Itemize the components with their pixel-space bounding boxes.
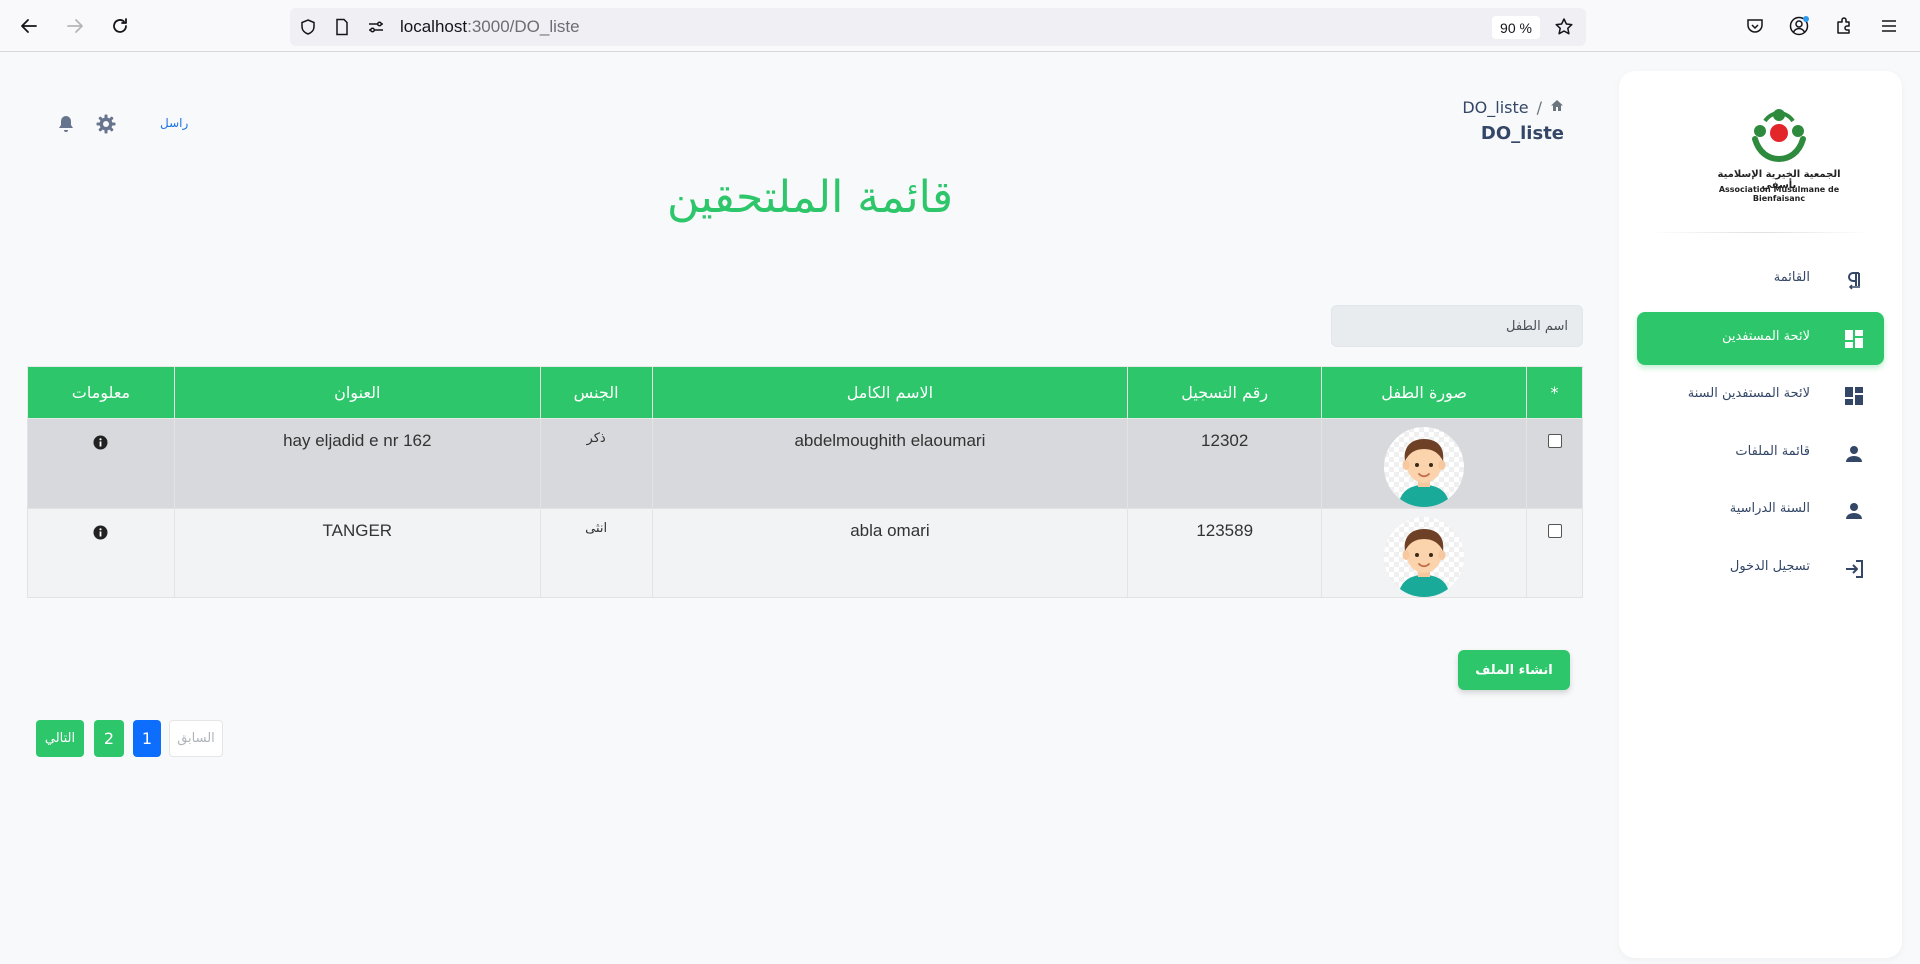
column-header-photo[interactable]: صورة الطفل xyxy=(1321,366,1527,419)
bell-icon[interactable] xyxy=(54,112,78,136)
pagination-next-button[interactable]: التالي xyxy=(36,720,84,757)
sidebar-item-beneficiaries-year[interactable]: لائحة المستفدين السنة xyxy=(1637,369,1884,422)
select-cell xyxy=(1526,418,1583,509)
page-subtitle: DO_liste xyxy=(1480,123,1564,144)
extensions-icon[interactable] xyxy=(1832,14,1856,38)
sidebar-item-label: قائمة الملفات xyxy=(1735,444,1810,459)
table-header-row: معلومات العنوان الجنس الاسم الكامل رقم ا… xyxy=(27,366,1583,419)
send-message-link[interactable]: راسل xyxy=(160,116,188,130)
address-cell: TANGER xyxy=(173,508,541,598)
login-icon xyxy=(1842,557,1866,581)
sidebar-item-label: تسجيل الدخول xyxy=(1729,559,1810,574)
page-icon[interactable] xyxy=(332,17,352,37)
sidebar-item-label: لائحة المستفدين xyxy=(1721,329,1810,344)
sidebar-item-beneficiaries[interactable]: لائحة المستفدين xyxy=(1637,312,1884,365)
registration-cell: 12302 xyxy=(1127,418,1323,509)
logo-emblem-icon xyxy=(1752,109,1806,163)
child-avatar xyxy=(1384,517,1465,597)
info-cell xyxy=(27,508,175,598)
column-header-select[interactable]: * xyxy=(1526,366,1583,419)
sidebar-item-menu[interactable]: القائمة xyxy=(1637,253,1884,306)
sidebar-item-label: لائحة المستفدين السنة xyxy=(1687,386,1810,401)
gear-icon[interactable] xyxy=(94,112,118,136)
bookmark-star-icon[interactable] xyxy=(1554,17,1574,37)
info-cell xyxy=(27,418,175,509)
column-header-registration[interactable]: رقم التسجيل xyxy=(1127,366,1323,419)
full-name-cell: abla omari xyxy=(651,508,1129,598)
user-icon xyxy=(1842,442,1866,466)
breadcrumb-current: DO_liste xyxy=(1462,98,1529,117)
row-checkbox[interactable] xyxy=(1547,524,1562,538)
sidebar-item-label: القائمة xyxy=(1773,270,1810,285)
pagination-prev-button[interactable]: السابق xyxy=(169,720,223,757)
organization-logo[interactable]: الجمعية الخيرية الإسلامية بأسفي Associat… xyxy=(1699,101,1859,211)
gender-cell: ذكر xyxy=(539,418,653,509)
zoom-indicator[interactable]: 90 % xyxy=(1492,16,1540,39)
child-avatar xyxy=(1384,427,1465,507)
permissions-icon[interactable] xyxy=(366,17,386,37)
full-name-cell: abdelmoughith elaoumari xyxy=(651,418,1129,509)
menu-icon[interactable] xyxy=(1877,14,1901,38)
forward-icon[interactable] xyxy=(62,13,88,39)
column-header-address[interactable]: العنوان xyxy=(173,366,541,419)
logo-french-text: Association Musulmane de Bienfaisanc xyxy=(1718,185,1840,203)
photo-cell xyxy=(1321,418,1527,509)
address-cell: hay eljadid e nr 162 xyxy=(173,418,541,509)
pagination-page-2[interactable]: 2 xyxy=(94,720,124,757)
pagination-page-1[interactable]: 1 xyxy=(133,720,161,757)
create-file-button[interactable]: انشاء الملف xyxy=(1458,650,1570,690)
column-header-full-name[interactable]: الاسم الكامل xyxy=(651,366,1129,419)
registration-cell: 123589 xyxy=(1127,508,1323,598)
breadcrumb: DO_liste / xyxy=(1420,98,1564,118)
child-name-search-input[interactable] xyxy=(1331,305,1583,347)
gender-cell: انثى xyxy=(539,508,653,598)
column-header-info[interactable]: معلومات xyxy=(27,366,175,419)
row-checkbox[interactable] xyxy=(1547,434,1562,448)
page-title: قائمة الملتحقين xyxy=(666,172,954,223)
sidebar: الجمعية الخيرية الإسلامية بأسفي Associat… xyxy=(1619,71,1902,958)
table-row[interactable]: hay eljadid e nr 162 ذكر abdelmoughith e… xyxy=(27,418,1583,509)
sidebar-item-school-year[interactable]: السنة الدراسية xyxy=(1637,484,1884,537)
back-icon[interactable] xyxy=(16,13,42,39)
column-header-gender[interactable]: الجنس xyxy=(539,366,653,419)
info-icon[interactable] xyxy=(93,435,108,450)
home-icon[interactable] xyxy=(1550,98,1564,117)
pocket-icon[interactable] xyxy=(1743,14,1767,38)
paragraph-icon xyxy=(1842,268,1866,292)
browser-toolbar: localhost:3000/DO_liste 90 % xyxy=(0,0,1920,52)
url-bar[interactable]: localhost:3000/DO_liste 90 % xyxy=(290,8,1586,46)
sidebar-divider xyxy=(1649,232,1872,233)
beneficiaries-table: معلومات العنوان الجنس الاسم الكامل رقم ا… xyxy=(27,366,1583,598)
sidebar-item-label: السنة الدراسية xyxy=(1729,501,1810,516)
info-icon[interactable] xyxy=(93,525,108,540)
table-row[interactable]: TANGER انثى abla omari 123589 xyxy=(27,508,1583,598)
user-icon xyxy=(1842,499,1866,523)
photo-cell xyxy=(1321,508,1527,598)
select-cell xyxy=(1526,508,1583,598)
shield-icon[interactable] xyxy=(298,17,318,37)
dashboard-icon xyxy=(1842,384,1866,408)
sidebar-item-files[interactable]: قائمة الملفات xyxy=(1637,427,1884,480)
dashboard-icon xyxy=(1842,327,1866,351)
sidebar-item-login[interactable]: تسجيل الدخول xyxy=(1637,542,1884,595)
url-text[interactable]: localhost:3000/DO_liste xyxy=(400,17,580,37)
reload-icon[interactable] xyxy=(107,13,133,39)
account-icon[interactable] xyxy=(1787,14,1811,38)
